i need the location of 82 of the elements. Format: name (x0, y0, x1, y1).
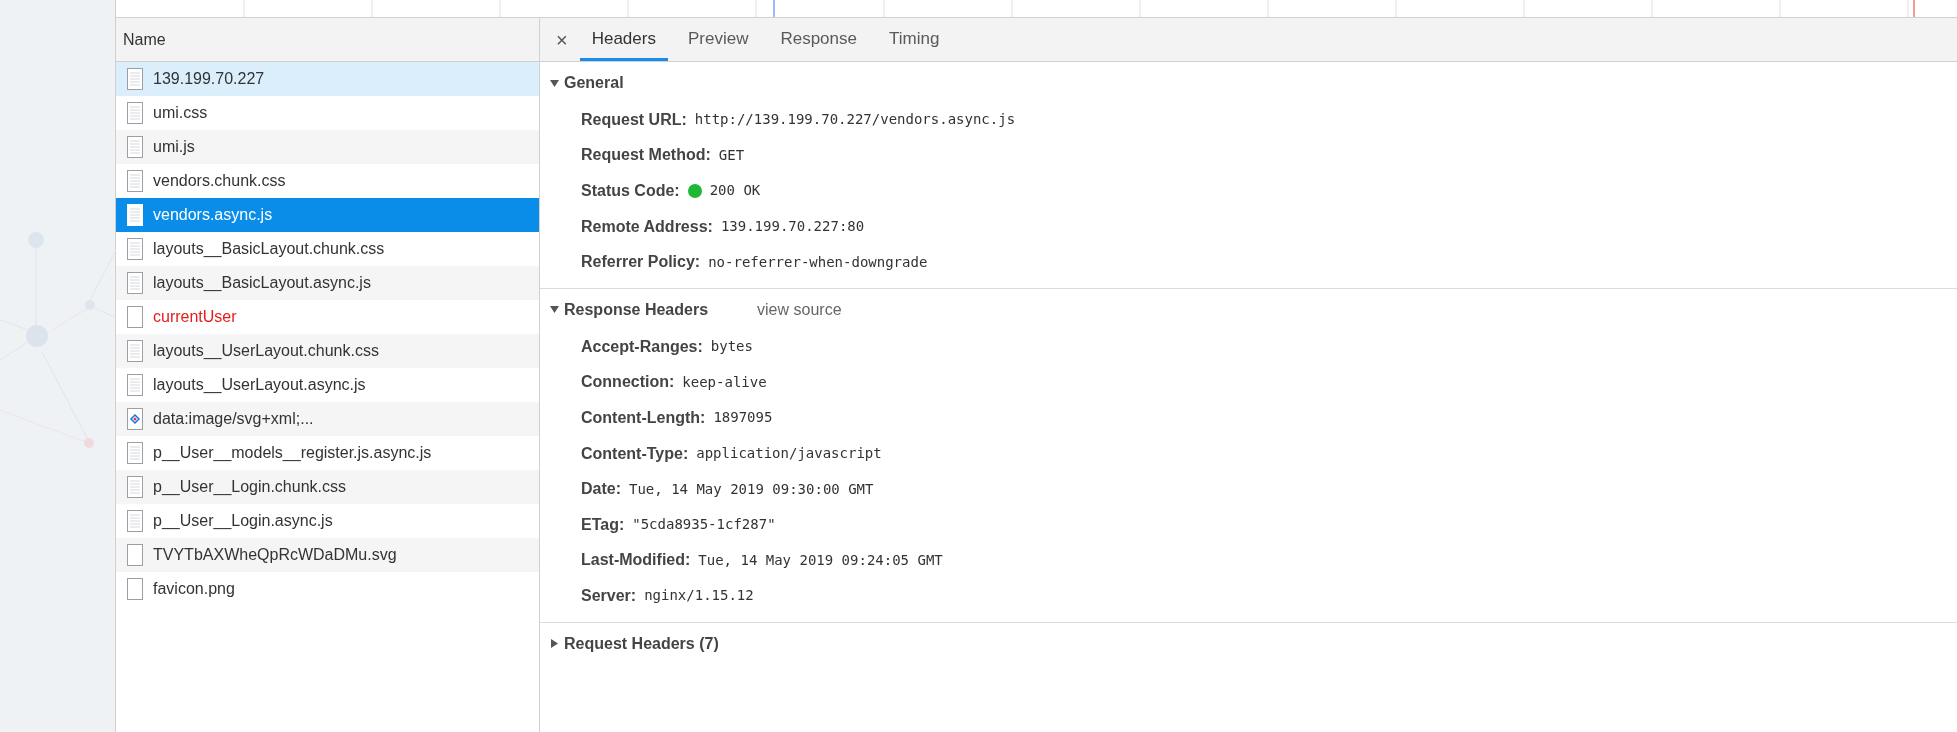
tab[interactable]: Timing (877, 19, 952, 61)
section-title[interactable]: Request Headers (7) (564, 631, 719, 656)
header-value: http://139.199.70.227/vendors.async.js (694, 110, 1016, 130)
tab[interactable]: Response (768, 19, 869, 61)
section-title[interactable]: Response Headers (564, 297, 709, 322)
request-name: TVYTbAXWheQpRcWDaDMu.svg (153, 545, 397, 565)
request-name: layouts__BasicLayout.async.js (153, 273, 371, 294)
file-icon (127, 204, 143, 226)
file-icon (127, 442, 143, 464)
graph-node (84, 438, 94, 448)
request-row[interactable]: layouts__UserLayout.chunk.css (116, 334, 539, 368)
header-name: Status Code: (581, 181, 680, 201)
header-value: Tue, 14 May 2019 09:24:05 GMT (698, 550, 943, 570)
header-value: GET (718, 145, 745, 165)
file-icon (127, 578, 143, 600)
header-name: Last-Modified: (581, 550, 691, 571)
request-name: layouts__UserLayout.chunk.css (153, 341, 379, 362)
request-name: vendors.async.js (153, 205, 273, 225)
request-name: 139.199.70.227 (153, 69, 265, 89)
graph-edge (89, 249, 116, 301)
request-name: layouts__BasicLayout.chunk.css (153, 239, 385, 260)
request-name: data:image/svg+xml;... (153, 409, 314, 429)
request-name: umi.css (153, 103, 208, 123)
collapsed-caret-icon[interactable] (550, 639, 559, 649)
header-name: Request URL: (581, 109, 687, 130)
request-name: umi.js (153, 137, 195, 157)
file-icon (127, 136, 143, 158)
file-icon (127, 68, 143, 90)
request-row[interactable]: TVYTbAXWheQpRcWDaDMu.svg (116, 538, 539, 572)
file-icon (127, 306, 143, 328)
request-row[interactable]: vendors.async.js (116, 198, 539, 232)
header-name: Content-Length: (581, 407, 706, 428)
header-value: bytes (710, 337, 753, 357)
file-icon (127, 102, 143, 124)
header-name: Connection: (581, 372, 675, 393)
header-value: nginx/1.15.12 (644, 586, 754, 606)
request-name: p__User__Login.chunk.css (153, 477, 346, 498)
header-name: Referrer Policy: (581, 252, 701, 273)
column-header[interactable]: Name (123, 27, 166, 52)
request-name: currentUser (153, 307, 237, 327)
request-row[interactable]: umi.js (116, 130, 539, 164)
file-icon (127, 510, 143, 532)
header-value: application/javascript (696, 444, 882, 464)
file-icon (127, 272, 143, 294)
request-row[interactable]: data:image/svg+xml;... (116, 402, 539, 436)
request-name: p__User__models__register.js.async.js (153, 443, 432, 464)
expanded-caret-icon[interactable] (550, 305, 559, 315)
header-value: 1897095 (713, 408, 773, 428)
file-icon (127, 238, 143, 260)
header-name: Content-Type: (581, 443, 689, 464)
header-name: Date: (581, 479, 621, 500)
header-value: no-referrer-when-downgrade (708, 252, 928, 272)
image-file-icon (127, 408, 143, 430)
expanded-caret-icon[interactable] (550, 78, 559, 88)
file-icon (127, 544, 143, 566)
header-name: Request Method: (581, 145, 711, 166)
header-value: 200 OK (709, 181, 761, 201)
request-row[interactable]: 139.199.70.227 (116, 62, 539, 96)
tab[interactable]: Preview (675, 19, 761, 61)
file-icon (127, 340, 143, 362)
header-value: Tue, 14 May 2019 09:30:00 GMT (629, 479, 874, 499)
request-name: p__User__Login.async.js (153, 511, 333, 532)
header-name: Accept-Ranges: (581, 336, 703, 357)
header-name: Server: (581, 585, 637, 606)
request-name: vendors.chunk.css (153, 171, 286, 191)
file-icon (127, 170, 143, 192)
request-name: layouts__UserLayout.async.js (153, 375, 366, 396)
close-button[interactable]: × (552, 19, 572, 61)
view-source-link[interactable]: view source (757, 297, 842, 322)
section-title[interactable]: General (564, 71, 624, 95)
file-icon (127, 476, 143, 498)
header-name: Remote Address: (581, 216, 713, 237)
request-row[interactable]: layouts__BasicLayout.async.js (116, 266, 539, 300)
graph-edge (94, 307, 116, 319)
header-value: keep-alive (682, 372, 767, 392)
header-value: 139.199.70.227:80 (720, 217, 865, 237)
request-name: favicon.png (153, 579, 235, 599)
tab[interactable]: Headers (579, 19, 668, 61)
header-value: "5cda8935-1cf287" (632, 515, 776, 535)
header-name: ETag: (581, 514, 625, 535)
file-icon (127, 374, 143, 396)
request-row[interactable]: p__User__Login.chunk.css (116, 470, 539, 504)
